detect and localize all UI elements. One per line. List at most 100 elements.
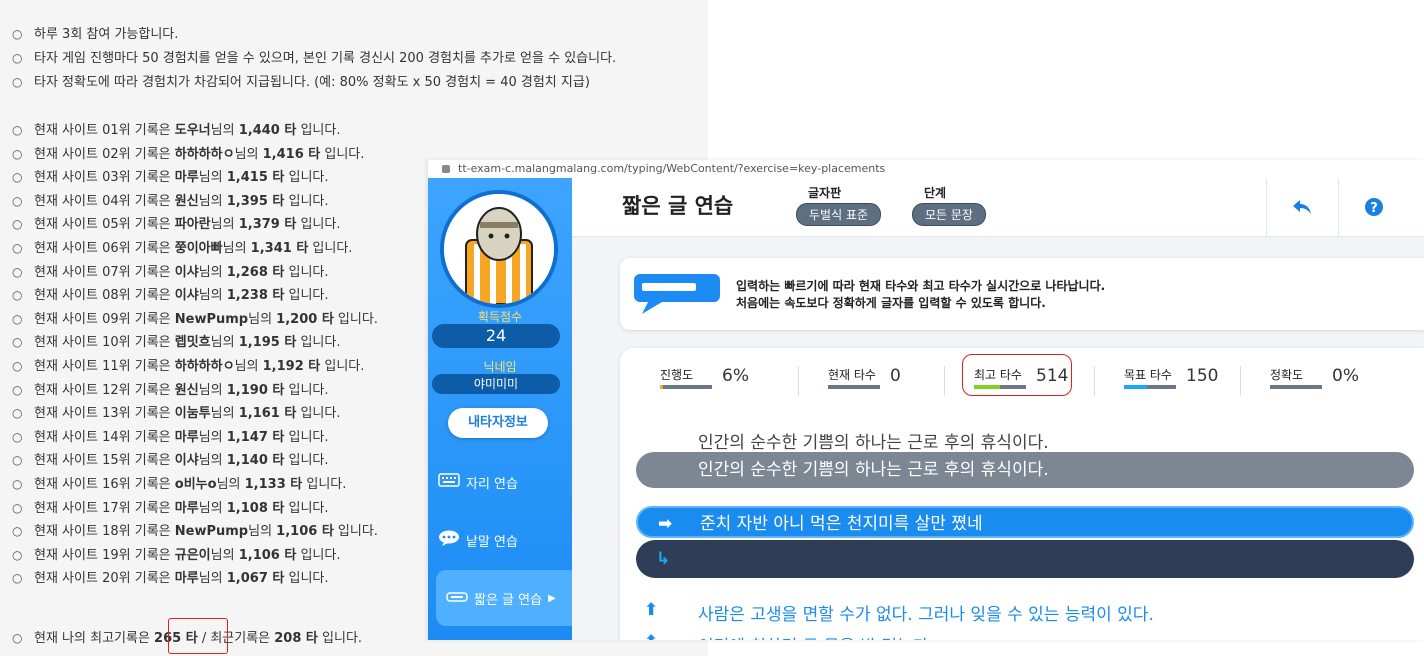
bullet-icon: ○	[12, 193, 23, 208]
nickname-value: 야미미미	[432, 374, 560, 394]
ranking-row: ○ 현재 사이트 04위 기록은 원신님의 1,395 타 입니다.	[12, 191, 329, 212]
ranking-rank: 16위	[102, 477, 131, 492]
stat-item: 목표 타수 150	[1124, 364, 1218, 400]
ranking-suffix: 입니다.	[312, 241, 353, 256]
ranking-mid: 기록은	[134, 241, 171, 256]
ranking-suffix: 입니다.	[300, 406, 341, 422]
back-button[interactable]	[1266, 178, 1337, 236]
bullet-icon: ○	[12, 631, 23, 645]
sidebar: 획득점수 24 닉네임 야미미미 내타자정보 자리 연습 낱말 연습 짧은 글 …	[428, 178, 572, 640]
ranking-name-suffix: 님의	[198, 193, 223, 209]
stat-value: 150	[1186, 366, 1219, 386]
ranking-score: 1,190 타	[226, 382, 285, 398]
ranking-suffix: 입니다.	[337, 311, 378, 327]
ranking-prefix: 현재 사이트	[34, 382, 98, 398]
ranking-name: 하하하하ㅇ	[174, 359, 235, 374]
ranking-name: 원신	[174, 193, 199, 209]
rule-item: ○ 하루 3회 참여 가능합니다.	[12, 24, 178, 45]
speech-balloon-icon	[634, 274, 720, 314]
stat-item: 현재 타수 0	[828, 364, 901, 400]
rule-text: 타자 게임 진행마다 50 경험치를 얻을 수 있으며, 본인 기록 경신시 2…	[34, 51, 617, 66]
ranking-suffix: 입니다.	[288, 453, 329, 469]
level-select[interactable]: 모든 문장	[912, 203, 986, 226]
ranking-name-suffix: 님의	[198, 170, 223, 186]
bullet-icon: ○	[12, 241, 23, 255]
ranking-rank: 09위	[102, 311, 131, 327]
ranking-suffix: 입니다.	[300, 335, 341, 351]
ranking-mid: 기록은	[134, 335, 171, 351]
ranking-name-suffix: 님의	[210, 547, 235, 563]
ranking-name: NewPump	[174, 311, 249, 327]
bullet-icon: ○	[12, 524, 23, 539]
ranking-prefix: 현재 사이트	[34, 146, 98, 162]
menu-label: 낱말 연습	[466, 534, 518, 550]
ranking-score: 1,395 타	[226, 193, 285, 209]
keyboard-layout-label: 글자판	[808, 186, 842, 200]
ranking-row: ○ 현재 사이트 01위 기록은 도우너님의 1,440 타 입니다.	[12, 120, 340, 141]
current-sentence-text: 준치 자반 아니 먹은 천지미륵 살만 쪘네	[700, 514, 983, 534]
ranking-score: 1,106 타	[238, 547, 297, 563]
top-bar: 짧은 글 연습 글자판 두벌식 표준 단계 모든 문장 ?	[572, 178, 1424, 237]
level-label: 단계	[924, 186, 947, 200]
bullet-icon: ○	[12, 453, 23, 468]
ranking-name-suffix: 님의	[210, 217, 235, 233]
ranking-score: 1,195 타	[238, 335, 297, 351]
keyboard-layout-select[interactable]: 두벌식 표준	[796, 203, 882, 226]
best-speed-highlight	[962, 354, 1072, 396]
ranking-name: 마루	[174, 571, 199, 587]
ranking-rank: 11위	[102, 359, 131, 374]
ranking-name: 이샤	[174, 288, 199, 304]
ranking-name-suffix: 님의	[198, 288, 223, 304]
ranking-score: 1,106 타	[276, 524, 334, 540]
ranking-name: 이눔투	[174, 406, 211, 422]
ranking-row: ○ 현재 사이트 13위 기록은 이눔투님의 1,161 타 입니다.	[12, 403, 340, 424]
info-text: 입력하는 빠르기에 따라 현재 타수와 최고 타수가 실시간으로 나타납니다. …	[736, 278, 1105, 312]
my-typing-info-button[interactable]: 내타자정보	[448, 408, 548, 438]
menu-word-practice[interactable]: 낱말 연습	[428, 512, 572, 568]
ranking-rank: 10위	[102, 335, 131, 351]
bullet-icon: ○	[12, 146, 23, 161]
stat-bar-fill	[1124, 385, 1148, 389]
rule-item: ○ 타자 정확도에 따라 경험치가 차감되어 지급됩니다. (예: 80% 정확도…	[12, 72, 590, 93]
ranking-mid: 기록은	[134, 123, 171, 138]
ranking-suffix: 입니다.	[300, 217, 341, 233]
svg-text:?: ?	[1370, 201, 1378, 216]
menu-label: 짧은 글 연습	[474, 592, 543, 608]
bullet-icon: ○	[12, 477, 23, 491]
ranking-row: ○ 현재 사이트 20위 기록은 마루님의 1,067 타 입니다.	[12, 568, 329, 589]
ranking-mid: 기록은	[134, 217, 171, 233]
menu-key-practice[interactable]: 자리 연습	[428, 454, 572, 510]
ranking-name: 하하하하ㅇ	[174, 146, 235, 162]
stat-item: 정확도 0%	[1270, 364, 1359, 400]
bullet-icon: ○	[12, 429, 23, 444]
best-record-highlight	[168, 618, 228, 654]
typing-app-window: tt-exam-c.malangmalang.com/typing/WebCon…	[428, 160, 1424, 640]
arrow-up-icon: ⬆	[644, 632, 658, 640]
help-button[interactable]: ?	[1338, 178, 1409, 236]
ranking-score: 1,161 타	[238, 406, 297, 422]
ranking-name: 원신	[174, 382, 199, 398]
ranking-name: o비누o	[174, 477, 217, 492]
menu-short-text-practice[interactable]: 짧은 글 연습 ▶	[436, 570, 572, 626]
my-record-prefix: 현재 나의 최고기록은	[34, 631, 150, 646]
url-bar[interactable]: tt-exam-c.malangmalang.com/typing/WebCon…	[428, 160, 1424, 178]
ranking-prefix: 현재 사이트	[34, 477, 98, 492]
ranking-row: ○ 현재 사이트 18위 기록은 NewPump님의 1,106 타 입니다.	[12, 521, 378, 542]
ranking-prefix: 현재 사이트	[34, 406, 98, 422]
ranking-mid: 기록은	[134, 359, 171, 374]
stat-label-group: 현재 타수	[828, 364, 880, 389]
ranking-score: 1,440 타	[238, 123, 297, 138]
rule-text: 하루 3회 참여 가능합니다.	[34, 27, 179, 42]
ranking-prefix: 현재 사이트	[34, 170, 98, 186]
stat-label: 현재 타수	[828, 368, 876, 382]
ranking-score: 1,379 타	[238, 217, 297, 233]
ranking-mid: 기록은	[134, 170, 171, 186]
ranking-row: ○ 현재 사이트 06위 기록은 쭝이아빠님의 1,341 타 입니다.	[12, 238, 352, 259]
ranking-prefix: 현재 사이트	[34, 359, 98, 374]
ranking-rank: 13위	[102, 406, 131, 422]
ranking-row: ○ 현재 사이트 11위 기록은 하하하하ㅇ님의 1,192 타 입니다.	[12, 356, 364, 377]
stat-label-group: 진행도	[660, 364, 712, 389]
ranking-name: 이샤	[174, 453, 199, 469]
ranking-suffix: 입니다.	[288, 429, 329, 445]
typing-input[interactable]: ↳	[636, 540, 1414, 578]
